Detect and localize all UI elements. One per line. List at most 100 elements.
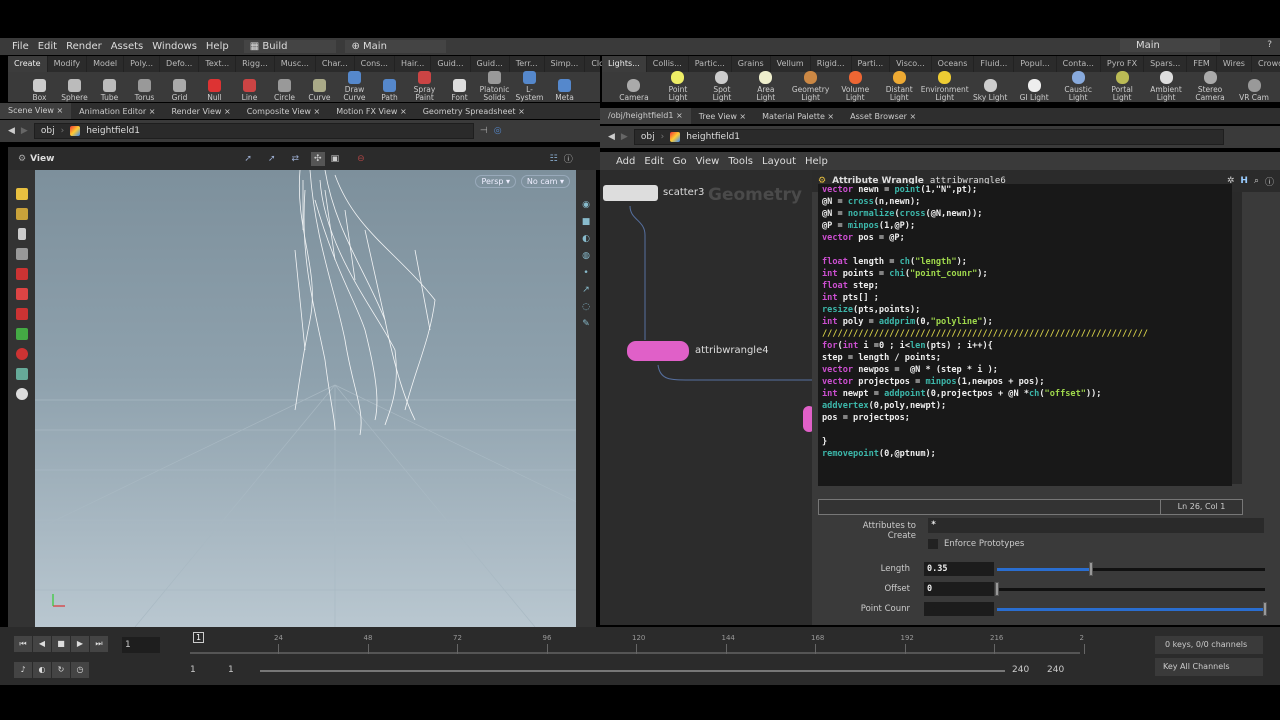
shelf-tab-modify[interactable]: Modify: [48, 56, 88, 72]
node-attribwrangle4[interactable]: [627, 341, 689, 361]
path-root[interactable]: obj: [641, 132, 655, 142]
desktop-main-select[interactable]: ⊕ Main: [345, 40, 446, 53]
menu-render[interactable]: Render: [66, 41, 102, 52]
close-icon[interactable]: ×: [907, 112, 917, 121]
tool-null[interactable]: Null: [201, 79, 228, 102]
shelf-tab-pyro-fx[interactable]: Pyro FX: [1101, 56, 1145, 72]
key-all-channels-select[interactable]: Key All Channels: [1155, 658, 1263, 676]
lock-camera-icon[interactable]: ■: [582, 217, 591, 227]
pane-tab-geometry-spreadsheet[interactable]: Geometry Spreadsheet ×: [415, 107, 533, 116]
shelf-tab-guid[interactable]: Guid...: [471, 56, 510, 72]
back-icon[interactable]: ◀: [8, 126, 15, 136]
menu-help[interactable]: Help: [206, 41, 229, 52]
point-counr-field[interactable]: 10: [924, 602, 994, 616]
shelf-tab-parti[interactable]: Parti...: [852, 56, 891, 72]
network-menu-tools[interactable]: Tools: [728, 156, 753, 167]
current-frame-marker[interactable]: 1: [193, 632, 205, 643]
close-icon[interactable]: ×: [825, 112, 834, 121]
light-icon[interactable]: [15, 388, 28, 400]
tool-distant-light[interactable]: Distant Light: [881, 71, 917, 102]
path-field[interactable]: obj › heightfield1: [33, 123, 474, 139]
tool-environment-light[interactable]: Environment Light: [921, 71, 969, 102]
network-menu-layout[interactable]: Layout: [762, 156, 796, 167]
shelf-tab-cons[interactable]: Cons...: [355, 56, 395, 72]
close-icon[interactable]: ×: [146, 107, 156, 116]
camera-menu[interactable]: No cam ▾: [520, 175, 570, 188]
display-icon[interactable]: ◉: [582, 200, 590, 210]
timeline-ruler[interactable]: 1 24 48 72 96 120 144 168 192 216 2: [190, 632, 1085, 660]
shelf-tab-visco[interactable]: Visco...: [890, 56, 932, 72]
slider-handle[interactable]: [1263, 602, 1267, 616]
shelf-tab-poly[interactable]: Poly...: [124, 56, 161, 72]
tool-meta[interactable]: Meta: [551, 79, 578, 102]
shelf-tab-rigg[interactable]: Rigg...: [236, 56, 275, 72]
tool-box[interactable]: Box: [26, 79, 53, 102]
shelf-tab-lights[interactable]: Lights...: [602, 56, 647, 72]
forward-icon[interactable]: ▶: [21, 126, 28, 136]
pane-tab--obj-heightfield1[interactable]: /obj/heightfield1 ×: [600, 108, 691, 124]
network-menu-go[interactable]: Go: [673, 156, 687, 167]
shelf-tab-rigid[interactable]: Rigid...: [811, 56, 852, 72]
desktop-build-select[interactable]: ▦ Build: [243, 40, 337, 53]
code-scrollbar[interactable]: [1232, 192, 1242, 484]
link-icon[interactable]: ◎: [494, 126, 502, 136]
shelf-tab-simp[interactable]: Simp...: [545, 56, 586, 72]
tool-l-system[interactable]: L-System: [516, 71, 543, 102]
close-icon[interactable]: ×: [673, 111, 683, 120]
3d-viewport[interactable]: Persp ▾ No cam ▾: [35, 170, 576, 627]
tool-ambient-light[interactable]: Ambient Light: [1148, 71, 1184, 102]
tool-portal-light[interactable]: Portal Light: [1104, 71, 1140, 102]
select-icon[interactable]: [15, 188, 28, 200]
points-icon[interactable]: •: [583, 268, 588, 278]
shelf-tab-fluid[interactable]: Fluid...: [974, 56, 1015, 72]
tool-geometry-light[interactable]: Geometry Light: [792, 71, 829, 102]
tool-volume-light[interactable]: Volume Light: [837, 71, 873, 102]
slider-handle[interactable]: [1088, 562, 1093, 576]
pane-tab-render-view[interactable]: Render View ×: [163, 107, 238, 116]
network-editor[interactable]: scatter3 Geometry attribwrangle4: [600, 170, 812, 625]
network-menu-edit[interactable]: Edit: [644, 156, 663, 167]
tool-caustic-light[interactable]: Caustic Light: [1060, 71, 1096, 102]
range-start-field[interactable]: 1: [190, 665, 196, 675]
arrow-icon[interactable]: [17, 228, 26, 240]
clock-icon[interactable]: ◷: [71, 662, 89, 678]
loop-icon[interactable]: ↻: [52, 662, 70, 678]
tool-grid[interactable]: Grid: [166, 79, 193, 102]
length-slider[interactable]: [997, 562, 1265, 576]
camera-view-icon[interactable]: ▣: [331, 154, 340, 164]
shelf-tab-defo[interactable]: Defo...: [160, 56, 200, 72]
display-options-icon[interactable]: ☷: [550, 154, 558, 164]
shelf-tab-musc[interactable]: Musc...: [275, 56, 316, 72]
tool-curve[interactable]: Curve: [306, 79, 333, 102]
shelf-tab-crowds[interactable]: Crowds: [1252, 56, 1280, 72]
shelf-tab-model[interactable]: Model: [87, 56, 125, 72]
move-icon[interactable]: [15, 208, 28, 220]
playback-end-field[interactable]: 240: [1012, 665, 1029, 675]
attributes-field[interactable]: *: [928, 518, 1264, 533]
menu-file[interactable]: File: [12, 41, 29, 52]
lock-icon[interactable]: [15, 248, 28, 260]
tool-tube[interactable]: Tube: [96, 79, 123, 102]
range-end-field[interactable]: 240: [1047, 665, 1064, 675]
close-icon[interactable]: ×: [311, 107, 320, 116]
tool-vr-cam[interactable]: VR Cam: [1236, 79, 1272, 102]
play-button[interactable]: ▶: [71, 636, 89, 652]
ghost-icon[interactable]: ◌: [582, 302, 590, 312]
network-menu-view[interactable]: View: [696, 156, 720, 167]
tool-spray-paint[interactable]: Spray Paint: [411, 71, 438, 102]
tool-sky-light[interactable]: Sky Light: [972, 79, 1008, 102]
shelf-tab-guid[interactable]: Guid...: [431, 56, 471, 72]
audio-icon[interactable]: ♪: [14, 662, 32, 678]
shelf-tab-create[interactable]: Create: [8, 56, 48, 72]
realtime-icon[interactable]: ◐: [33, 662, 51, 678]
shelf-tab-partic[interactable]: Partic...: [689, 56, 732, 72]
select-tool-icon[interactable]: ➚: [244, 154, 252, 164]
pane-tab-motion-fx-view[interactable]: Motion FX View ×: [328, 107, 415, 116]
tool-font[interactable]: Font: [446, 79, 473, 102]
visualize-icon[interactable]: ✎: [582, 319, 590, 329]
tool-point-light[interactable]: Point Light: [660, 71, 696, 102]
tool-platonic-solids[interactable]: Platonic Solids: [480, 71, 509, 102]
pin-icon[interactable]: ⊣: [480, 126, 488, 136]
tool-path[interactable]: Path: [376, 79, 403, 102]
pane-tab-asset-browser[interactable]: Asset Browser ×: [842, 112, 924, 121]
